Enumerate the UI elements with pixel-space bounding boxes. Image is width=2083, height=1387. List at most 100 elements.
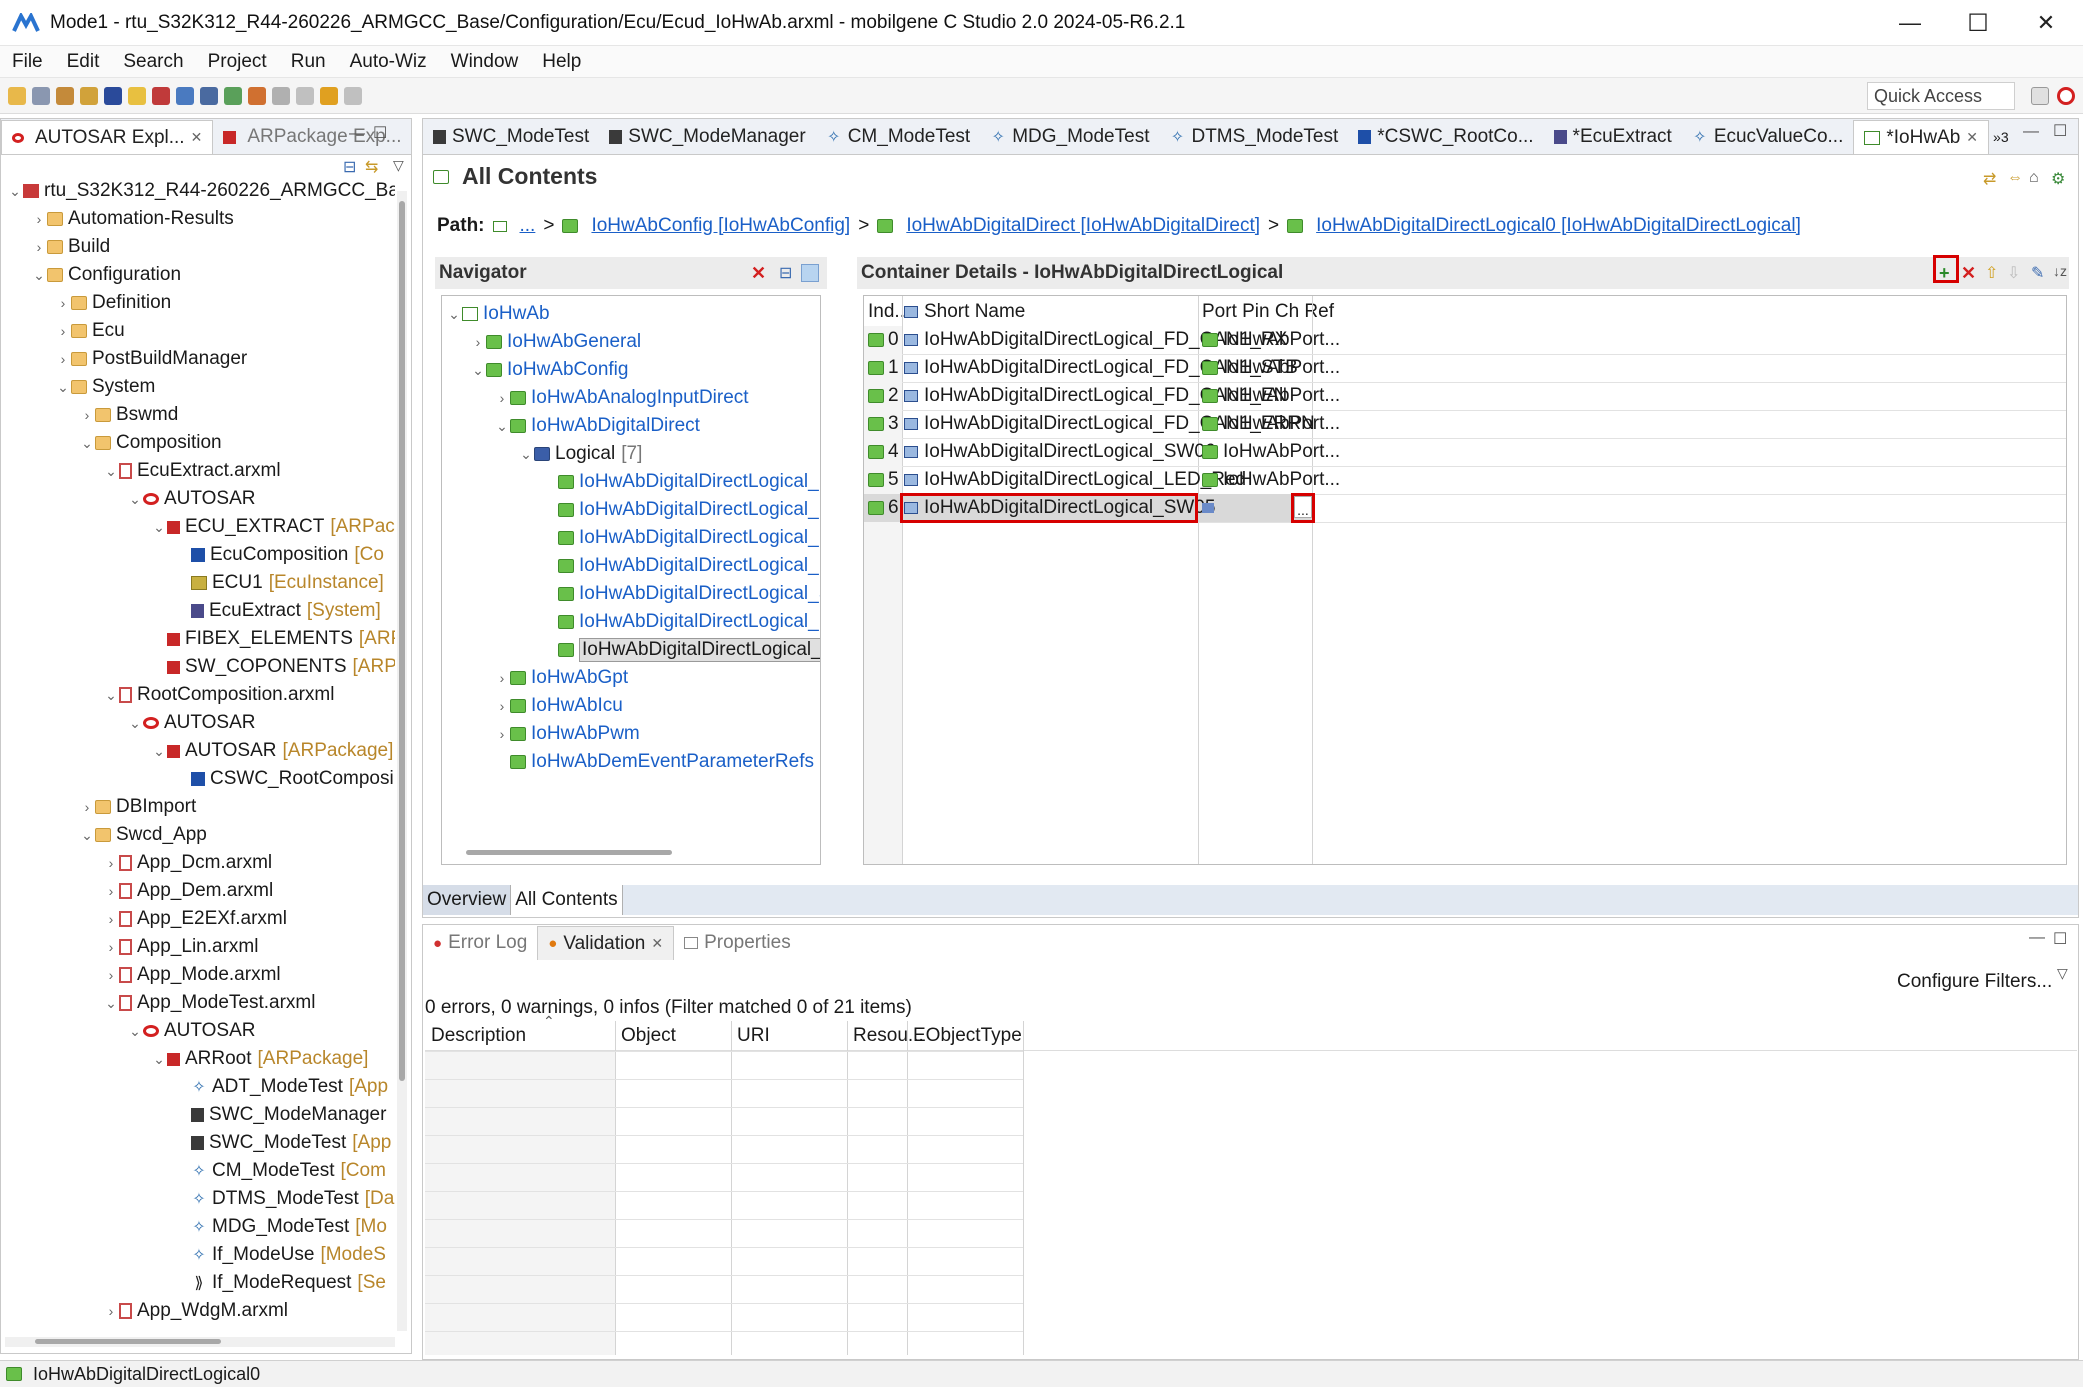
navigator-hscroll-thumb[interactable] xyxy=(466,850,672,855)
tab-validation[interactable]: ● Validation ✕ xyxy=(537,926,675,960)
tree-item[interactable]: › PostBuildManager xyxy=(55,345,248,373)
expand-toggle-icon[interactable]: › xyxy=(31,211,47,227)
navigator-item[interactable]: IoHwAbDigitalDirectLogical_S xyxy=(542,636,820,664)
menu-run[interactable]: Run xyxy=(279,51,338,73)
expand-toggle-icon[interactable]: › xyxy=(103,855,119,871)
editor-tab[interactable]: ✧ CM_ModeTest xyxy=(816,120,981,154)
filter-icon[interactable] xyxy=(801,264,819,282)
wizard-icon[interactable] xyxy=(128,86,146,105)
configure-filters-link[interactable]: Configure Filters... xyxy=(1897,971,2052,993)
menu-project[interactable]: Project xyxy=(196,51,279,73)
cell-port-pin-ref[interactable]: IoHwAbPort... xyxy=(1202,466,1340,494)
expand-toggle-icon[interactable]: › xyxy=(103,911,119,927)
sync-icon[interactable]: ⇄ xyxy=(1983,169,1996,189)
swap-icon[interactable]: ⇔ xyxy=(2007,169,2023,187)
expand-toggle-icon[interactable]: ⌄ xyxy=(103,463,119,480)
open-perspective-icon[interactable] xyxy=(2031,87,2049,105)
close-tab-icon[interactable]: ✕ xyxy=(651,935,663,952)
expand-toggle-icon[interactable]: ⌄ xyxy=(7,183,23,200)
tab-properties[interactable]: Properties xyxy=(674,926,801,960)
close-tab-icon[interactable]: ✕ xyxy=(1966,129,1978,146)
expand-toggle-icon[interactable]: › xyxy=(494,698,510,714)
cell-port-pin-ref[interactable]: IoHwAbPort... xyxy=(1202,326,1340,354)
tree-item[interactable]: ⌄ rtu_S32K312_R44-260226_ARMGCC_Base xyxy=(7,177,395,205)
tree-item[interactable]: ✧ MDG_ModeTest [Mo xyxy=(175,1213,387,1241)
maximize-button[interactable]: ☐ xyxy=(1947,0,2009,46)
navigator-item[interactable]: › IoHwAbGeneral xyxy=(470,328,641,356)
perspective-icon[interactable] xyxy=(2057,87,2075,105)
editor-tab[interactable]: SWC_ModeTest xyxy=(423,120,599,154)
tree-item[interactable]: ⌄ System xyxy=(55,373,155,401)
tree-item[interactable]: › App_Lin.arxml xyxy=(103,933,259,961)
tree-item[interactable]: EcuComposition [Co xyxy=(175,541,384,569)
build-icon[interactable] xyxy=(56,86,74,105)
minimize-button[interactable]: — xyxy=(1879,0,1941,46)
expand-toggle-icon[interactable]: › xyxy=(31,239,47,255)
column-header-short-name[interactable]: Short Name xyxy=(904,298,1026,326)
maximize-editor-icon[interactable]: ☐ xyxy=(2053,121,2067,141)
table-icon[interactable] xyxy=(200,86,218,105)
tree-item[interactable]: › Build xyxy=(31,233,111,261)
tree-item[interactable]: ⌄ ARRoot [ARPackage] xyxy=(151,1045,368,1073)
chart-icon[interactable] xyxy=(176,86,194,105)
cell-port-pin-ref[interactable]: IoHwAbPort... xyxy=(1202,382,1340,410)
tree-item[interactable]: › Ecu xyxy=(55,317,125,345)
expand-toggle-icon[interactable]: ⌄ xyxy=(79,435,95,452)
home-icon[interactable]: ⌂ xyxy=(2029,169,2039,187)
cell-port-pin-ref[interactable] xyxy=(1202,494,1219,522)
remove-icon[interactable]: ✕ xyxy=(751,263,766,284)
expand-toggle-icon[interactable]: ⌄ xyxy=(127,491,143,508)
path-item-root[interactable]: ... xyxy=(520,215,536,237)
navigator-item[interactable]: › IoHwAbAnalogInputDirect xyxy=(494,384,749,412)
expand-toggle-icon[interactable]: ⌄ xyxy=(151,519,167,536)
tab-overflow-indicator[interactable]: »3 xyxy=(1989,129,2013,145)
save-icon[interactable] xyxy=(32,86,50,105)
expand-toggle-icon[interactable]: › xyxy=(494,670,510,686)
table-row[interactable]: 3 IoHwAbDigitalDirectLogical_FD_CAN1_ERRN… xyxy=(864,410,2066,439)
menu-auto-wiz[interactable]: Auto-Wiz xyxy=(338,51,439,73)
tree-item[interactable]: › DBImport xyxy=(79,793,197,821)
expand-toggle-icon[interactable]: ⌄ xyxy=(470,362,486,379)
validation-column-header[interactable]: Description xyxy=(431,1023,526,1049)
navigator-item[interactable]: › IoHwAbIcu xyxy=(494,692,623,720)
tree-item[interactable]: ⌄ ECU_EXTRACT[ARPacka xyxy=(151,513,395,541)
cell-short-name[interactable]: IoHwAbDigitalDirectLogical_SW06 xyxy=(904,438,1215,466)
tree-hscroll[interactable] xyxy=(5,1337,395,1347)
tree-item[interactable]: ⌄ Composition xyxy=(79,429,221,457)
tree-item[interactable]: SWC_ModeTest [App xyxy=(175,1129,391,1157)
tab-overview[interactable]: Overview xyxy=(423,885,512,915)
tree-item[interactable]: ⌄ AUTOSAR xyxy=(127,485,255,513)
edit-icon[interactable]: ✎ xyxy=(2031,263,2044,283)
editor-tab[interactable]: *IoHwAb ✕ xyxy=(1853,120,1990,154)
editor-tab[interactable]: *EcuExtract xyxy=(1544,120,1682,154)
tree-item[interactable]: › Definition xyxy=(55,289,172,317)
search-tool-icon[interactable] xyxy=(272,86,290,105)
tree-item[interactable]: › App_Mode.arxml xyxy=(103,961,281,989)
tree-item[interactable]: › Bswmd xyxy=(79,401,179,429)
tree-item[interactable]: › Automation-Results xyxy=(31,205,234,233)
table-row[interactable]: 2 IoHwAbDigitalDirectLogical_FD_CAN1_EN Io… xyxy=(864,382,2066,411)
help-icon[interactable]: ⚙ xyxy=(2051,169,2065,189)
tree-vscroll[interactable] xyxy=(397,191,407,1331)
expand-toggle-icon[interactable]: › xyxy=(494,390,510,406)
editor-tab[interactable]: *CSWC_RootCo... xyxy=(1348,120,1543,154)
table-row[interactable]: 5 IoHwAbDigitalDirectLogical_LED_Red IoHwA… xyxy=(864,466,2066,495)
tree-item[interactable]: › App_Dem.arxml xyxy=(103,877,274,905)
tree-item[interactable]: ✧ ADT_ModeTest [App xyxy=(175,1073,388,1101)
expand-toggle-icon[interactable]: ⌄ xyxy=(79,827,95,844)
expand-toggle-icon[interactable]: › xyxy=(103,939,119,955)
navigator-item[interactable]: ⌄ Logical [7] xyxy=(518,440,642,468)
column-header-port-pin-ref[interactable]: Port Pin Ch Ref xyxy=(1202,298,1334,326)
navigator-item[interactable]: IoHwAbDigitalDirectLogical_F xyxy=(542,496,820,524)
editor-tab[interactable]: ✧ MDG_ModeTest xyxy=(980,120,1159,154)
cell-short-name[interactable]: IoHwAbDigitalDirectLogical_LED_Red xyxy=(904,466,1246,494)
menu-edit[interactable]: Edit xyxy=(55,51,112,73)
expand-toggle-icon[interactable]: › xyxy=(103,1303,119,1319)
run-icon[interactable] xyxy=(80,86,98,105)
tree-item[interactable]: CSWC_RootComposi xyxy=(175,765,394,793)
expand-toggle-icon[interactable]: ⌄ xyxy=(127,1023,143,1040)
tree-item[interactable]: ⌄ Configuration xyxy=(31,261,181,289)
tree-item[interactable]: ✧ If_ModeUse [ModeS xyxy=(175,1241,386,1269)
tree-item[interactable]: ⌄ AUTOSAR [ARPackage] xyxy=(151,737,393,765)
expand-toggle-icon[interactable]: › xyxy=(494,726,510,742)
